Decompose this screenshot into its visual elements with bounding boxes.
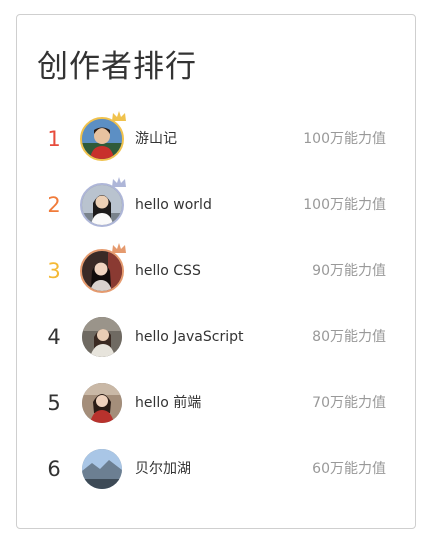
avatar-image — [82, 317, 122, 357]
ability-score: 70万能力值 — [312, 395, 386, 411]
avatar-photo — [80, 249, 124, 293]
rank-number: 6 — [47, 457, 61, 481]
avatar-photo — [80, 117, 124, 161]
list-item[interactable]: 5 hello 前端 70万能力值 — [17, 370, 415, 436]
avatar[interactable] — [80, 177, 126, 227]
rank-number: 5 — [47, 391, 61, 415]
avatar-photo — [82, 317, 122, 357]
avatar-photo — [80, 183, 124, 227]
avatar-image — [82, 185, 122, 225]
ability-score: 100万能力值 — [303, 131, 386, 147]
creator-name[interactable]: hello world — [135, 172, 212, 238]
list-item[interactable]: 2 hello world 100万能力值 — [17, 172, 415, 238]
ability-score: 90万能力值 — [312, 263, 386, 279]
gold-crown-icon — [111, 110, 127, 122]
card-title: 创作者排行 — [37, 49, 197, 85]
list-item[interactable]: 6 贝尔加湖 60万能力值 — [17, 436, 415, 502]
avatar-image — [82, 449, 122, 489]
creator-name[interactable]: hello CSS — [135, 238, 201, 304]
creator-ranking-card: 创作者排行 1 游山记 100万能力值 2 hello world 100万能力… — [16, 14, 416, 529]
list-item[interactable]: 3 hello CSS 90万能力值 — [17, 238, 415, 304]
list-item[interactable]: 4 hello JavaScript 80万能力值 — [17, 304, 415, 370]
list-item[interactable]: 1 游山记 100万能力值 — [17, 106, 415, 172]
creator-name[interactable]: hello JavaScript — [135, 304, 243, 370]
avatar[interactable] — [80, 111, 126, 161]
avatar[interactable] — [80, 243, 126, 293]
rank-number: 1 — [47, 127, 61, 151]
avatar-image — [82, 251, 122, 291]
avatar[interactable] — [80, 381, 124, 425]
avatar-photo — [82, 449, 122, 489]
creator-name[interactable]: 游山记 — [135, 106, 177, 172]
ability-score: 60万能力值 — [312, 461, 386, 477]
creator-name[interactable]: hello 前端 — [135, 370, 201, 436]
avatar-photo — [82, 383, 122, 423]
ability-score: 100万能力值 — [303, 197, 386, 213]
rank-number: 4 — [47, 325, 61, 349]
creator-list: 1 游山记 100万能力值 2 hello world 100万能力值 3 he… — [17, 106, 415, 502]
creator-name[interactable]: 贝尔加湖 — [135, 436, 191, 502]
avatar[interactable] — [80, 447, 124, 491]
bronze-crown-icon — [111, 242, 127, 254]
avatar[interactable] — [80, 315, 124, 359]
avatar-image — [82, 119, 122, 159]
ability-score: 80万能力值 — [312, 329, 386, 345]
rank-number: 3 — [47, 259, 61, 283]
rank-number: 2 — [47, 193, 61, 217]
avatar-image — [82, 383, 122, 423]
silver-crown-icon — [111, 176, 127, 188]
